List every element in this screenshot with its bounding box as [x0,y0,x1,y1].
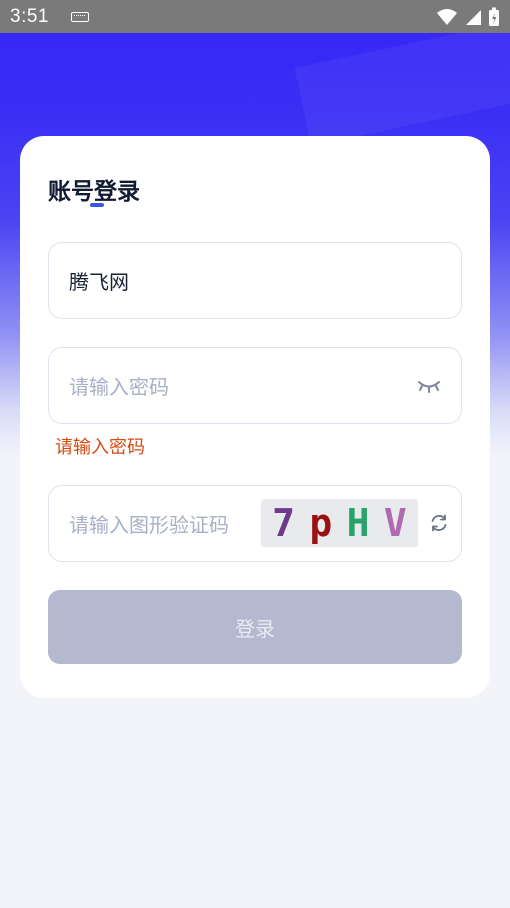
captcha-char: V [383,501,407,545]
eye-closed-icon[interactable] [417,378,441,394]
captcha-field[interactable]: 请输入图形验证码 7 p H V [48,485,462,562]
signal-icon [466,9,481,25]
password-error: 请输入密码 [55,437,145,458]
captcha-char: p [309,501,333,545]
status-bar: 3:51 [0,0,510,33]
username-value: 腾飞网 [69,270,129,294]
title-underline [90,203,104,207]
username-field[interactable]: 腾飞网 [48,242,462,319]
refresh-icon[interactable] [429,513,449,533]
keyboard-icon [70,11,89,22]
status-time: 3:51 [10,5,49,27]
login-screen: 3:51 账号登录 腾飞网 请输入密码 请输入密码 请输入图形验证码 7 p H… [0,0,510,908]
login-button[interactable]: 登录 [48,590,462,664]
password-field[interactable]: 请输入密码 [48,347,462,424]
wifi-icon [437,8,457,25]
password-placeholder: 请输入密码 [69,375,169,399]
page-title: 账号登录 [48,179,140,205]
hero-decoration [294,13,510,147]
captcha-placeholder: 请输入图形验证码 [69,513,229,537]
battery-icon [489,7,499,26]
captcha-image[interactable]: 7 p H V [261,499,418,547]
status-icons [436,7,500,27]
captcha-char: 7 [272,501,296,545]
login-card: 账号登录 腾飞网 请输入密码 请输入密码 请输入图形验证码 7 p H V 登录 [20,136,490,698]
captcha-char: H [346,501,370,545]
